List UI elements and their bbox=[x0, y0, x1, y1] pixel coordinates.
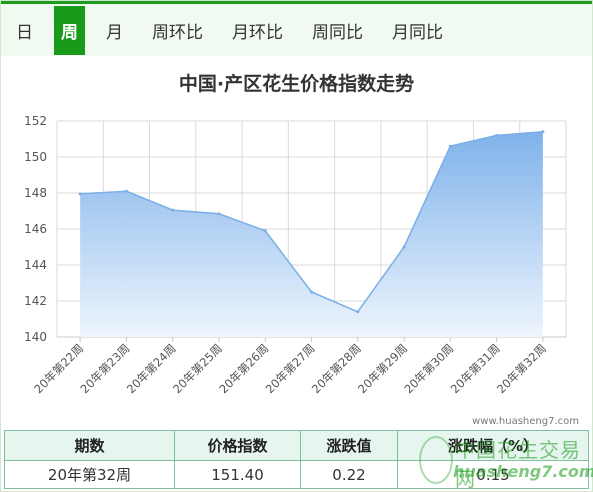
y-tick-label: 142 bbox=[24, 294, 47, 308]
y-tick-label: 152 bbox=[24, 114, 47, 128]
data-point[interactable] bbox=[448, 144, 452, 148]
summary-header-row: 期数 价格指数 涨跌值 涨跌幅（%） bbox=[4, 430, 589, 461]
data-point[interactable] bbox=[495, 133, 499, 137]
tab-month-on-month[interactable]: 月环比 bbox=[224, 6, 291, 55]
summary-table: 期数 价格指数 涨跌值 涨跌幅（%） 20年第32周 151.40 0.22 0… bbox=[4, 430, 589, 489]
y-tick-label: 148 bbox=[24, 186, 47, 200]
data-point[interactable] bbox=[310, 290, 313, 294]
price-index-chart: 140142144146148150152 20年第22周20年第23周20年第… bbox=[24, 114, 567, 396]
chart-title: 中国·产区花生价格指数走势 bbox=[178, 73, 415, 95]
y-tick-label: 150 bbox=[24, 150, 47, 164]
period-tabs: 日 周 月 周环比 月环比 周同比 月同比 bbox=[1, 1, 592, 56]
cell-change-percent: 0.15 bbox=[397, 460, 589, 489]
data-point[interactable] bbox=[124, 189, 128, 193]
source-url: www.huasheng7.com bbox=[472, 416, 579, 427]
header-period: 期数 bbox=[4, 430, 175, 461]
tab-month-year-on-year[interactable]: 月同比 bbox=[384, 6, 451, 55]
y-tick-label: 140 bbox=[24, 330, 47, 344]
tab-month[interactable]: 月 bbox=[98, 6, 131, 55]
y-tick-label: 144 bbox=[24, 258, 47, 272]
tab-day[interactable]: 日 bbox=[8, 6, 41, 55]
header-change-percent: 涨跌幅（%） bbox=[397, 430, 589, 461]
tab-week-on-week[interactable]: 周环比 bbox=[144, 6, 211, 55]
tab-week[interactable]: 周 bbox=[54, 5, 85, 55]
table-row: 20年第32周 151.40 0.22 0.15 bbox=[4, 460, 589, 489]
data-point[interactable] bbox=[171, 208, 175, 212]
data-point[interactable] bbox=[78, 192, 82, 196]
x-tick-label: 20年第32周 bbox=[494, 341, 549, 396]
tab-week-year-on-year[interactable]: 周同比 bbox=[304, 6, 371, 55]
cell-price-index: 151.40 bbox=[174, 460, 301, 489]
data-point[interactable] bbox=[402, 245, 406, 249]
data-point[interactable] bbox=[541, 130, 545, 134]
data-point[interactable] bbox=[263, 229, 267, 233]
header-change-value: 涨跌值 bbox=[300, 430, 398, 461]
data-point[interactable] bbox=[356, 310, 360, 314]
y-tick-label: 146 bbox=[24, 222, 47, 236]
cell-change-value: 0.22 bbox=[300, 460, 398, 489]
header-price-index: 价格指数 bbox=[174, 430, 301, 461]
data-point[interactable] bbox=[217, 212, 221, 216]
cell-period: 20年第32周 bbox=[4, 460, 175, 489]
